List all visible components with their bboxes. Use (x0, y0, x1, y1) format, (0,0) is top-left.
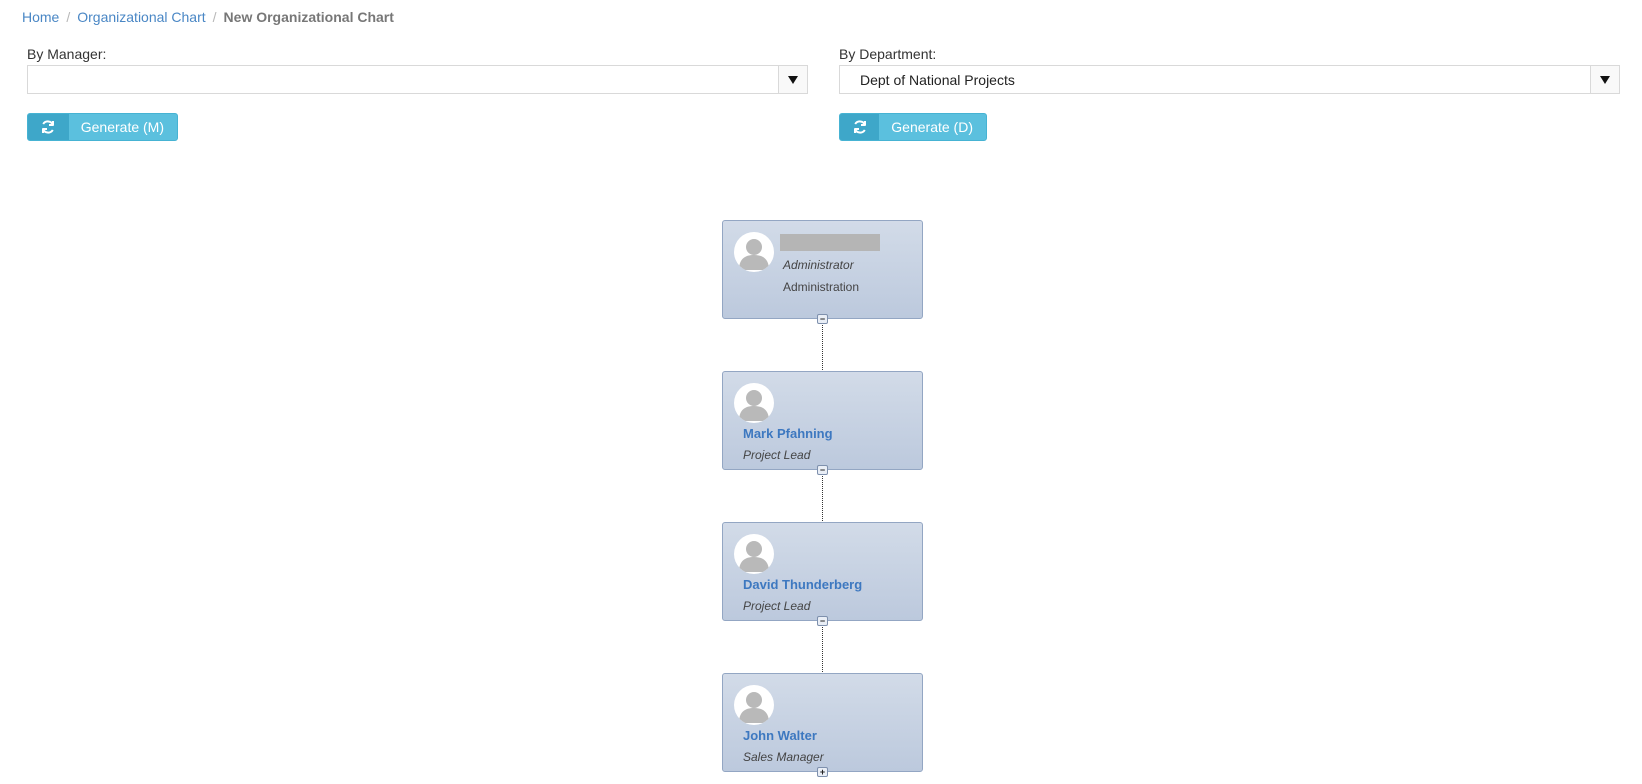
org-node[interactable]: Administrator Administration − (722, 220, 923, 324)
generate-manager-label: Generate (M) (80, 119, 164, 135)
org-node[interactable]: John Walter Sales Manager + (722, 673, 923, 777)
org-node-name[interactable]: David Thunderberg (743, 577, 862, 592)
generate-department-button[interactable]: Generate (D) (839, 113, 987, 141)
refresh-icon (840, 114, 880, 140)
chevron-down-icon[interactable] (778, 66, 807, 93)
org-connector (822, 476, 823, 521)
expand-toggle[interactable]: + (817, 767, 828, 777)
org-node-name[interactable]: Mark Pfahning (743, 426, 833, 441)
org-node-name-redacted (780, 234, 880, 251)
collapse-toggle[interactable]: − (817, 616, 828, 626)
refresh-icon (28, 114, 69, 140)
generate-department-label: Generate (D) (891, 119, 973, 135)
org-node-title: Project Lead (743, 599, 811, 613)
department-select-value: Dept of National Projects (860, 72, 1015, 88)
breadcrumb-current: New Organizational Chart (223, 9, 394, 25)
org-node-title: Administrator (783, 258, 854, 272)
breadcrumb-org-chart-link[interactable]: Organizational Chart (77, 9, 205, 25)
collapse-toggle[interactable]: − (817, 314, 828, 324)
by-department-label: By Department: (839, 46, 937, 62)
by-manager-label: By Manager: (27, 46, 107, 62)
org-node-department: Administration (783, 280, 860, 294)
generate-manager-button[interactable]: Generate (M) (27, 113, 178, 141)
department-select[interactable]: Dept of National Projects (839, 65, 1620, 94)
user-avatar-icon (734, 232, 774, 272)
breadcrumb-separator: / (66, 9, 71, 25)
user-avatar-icon (734, 685, 774, 725)
org-connector (822, 325, 823, 370)
user-avatar-icon (734, 383, 774, 423)
org-node[interactable]: Mark Pfahning Project Lead − (722, 371, 923, 475)
user-avatar-icon (734, 534, 774, 574)
org-node-name[interactable]: John Walter (743, 728, 817, 743)
org-node-title: Project Lead (743, 448, 811, 462)
manager-select[interactable] (27, 65, 808, 94)
chevron-down-icon[interactable] (1590, 66, 1619, 93)
org-connector (822, 627, 823, 672)
collapse-toggle[interactable]: − (817, 465, 828, 475)
breadcrumb-home-link[interactable]: Home (22, 9, 59, 25)
breadcrumb: Home / Organizational Chart / New Organizati… (22, 9, 394, 25)
breadcrumb-separator: / (212, 9, 217, 25)
org-node-title: Sales Manager (743, 750, 824, 764)
org-node[interactable]: David Thunderberg Project Lead − (722, 522, 923, 626)
